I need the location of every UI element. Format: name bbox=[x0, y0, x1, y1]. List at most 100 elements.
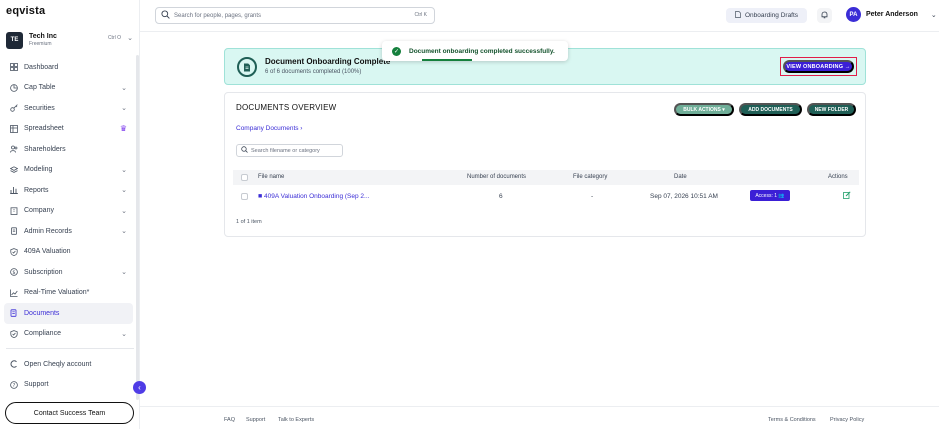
footer-link-faq[interactable]: FAQ bbox=[224, 417, 235, 423]
footer-link-terms[interactable]: Terms & Conditions bbox=[768, 417, 816, 423]
sidebar-item-label: Real-Time Valuation* bbox=[24, 289, 90, 297]
footer: FAQ Support Talk to Experts Terms & Cond… bbox=[140, 406, 939, 429]
sidebar-item-open-cheqly[interactable]: Open Cheqly account bbox=[4, 354, 133, 375]
check-circle-icon: ✓ bbox=[392, 46, 401, 56]
column-header-count[interactable]: Number of documents bbox=[467, 174, 526, 180]
edit-icon[interactable] bbox=[843, 191, 851, 201]
svg-text:?: ? bbox=[12, 383, 15, 389]
column-header-date[interactable]: Date bbox=[674, 174, 687, 180]
sidebar-item-label: Open Cheqly account bbox=[24, 360, 92, 368]
notifications-button[interactable] bbox=[817, 8, 832, 23]
sidebar-item-label: Spreadsheet bbox=[24, 125, 64, 133]
item-count: 1 of 1 item bbox=[236, 219, 262, 225]
sidebar-item-modeling[interactable]: Modeling ⌄ bbox=[4, 160, 133, 181]
user-menu[interactable]: PA Peter Anderson ⌄ bbox=[846, 7, 937, 22]
chevron-down-icon: ⌄ bbox=[127, 35, 133, 42]
collapse-sidebar-button[interactable]: ‹ bbox=[133, 381, 146, 394]
sidebar-item-spreadsheet[interactable]: Spreadsheet ♛ bbox=[4, 119, 133, 140]
footer-link-experts[interactable]: Talk to Experts bbox=[278, 417, 314, 423]
column-header-file-name[interactable]: File name bbox=[258, 174, 284, 180]
onboarding-drafts-label: Onboarding Drafts bbox=[744, 12, 799, 19]
check-shield-icon bbox=[9, 329, 18, 338]
document-count-cell: 6 bbox=[499, 193, 503, 200]
banner-subtitle: 6 of 6 documents completed (100%) bbox=[265, 69, 362, 75]
sidebar-item-cap-table[interactable]: Cap Table ⌄ bbox=[4, 78, 133, 99]
sidebar-item-company[interactable]: Company ⌄ bbox=[4, 201, 133, 222]
sidebar-item-label: Securities bbox=[24, 104, 55, 112]
access-badge[interactable]: Access: 1 👥 bbox=[750, 190, 790, 201]
building-icon bbox=[9, 206, 18, 215]
global-search-input[interactable]: Search for people, pages, grants Ctrl K bbox=[155, 7, 435, 24]
row-checkbox[interactable] bbox=[241, 193, 248, 200]
help-circle-icon: ? bbox=[9, 380, 18, 389]
bar-chart-icon bbox=[9, 186, 18, 195]
sidebar-item-real-time-valuation[interactable]: Real-Time Valuation* bbox=[4, 283, 133, 304]
cheqly-icon bbox=[9, 360, 18, 369]
sidebar-item-documents[interactable]: Documents bbox=[4, 303, 133, 324]
sidebar-item-label: Admin Records bbox=[24, 227, 72, 235]
company-name: Tech Inc bbox=[29, 33, 57, 40]
search-placeholder: Search for people, pages, grants bbox=[174, 12, 262, 19]
sidebar-item-subscription[interactable]: $ Subscription ⌄ bbox=[4, 262, 133, 283]
dollar-circle-icon: $ bbox=[9, 268, 18, 277]
file-name-cell[interactable]: ■ 409A Valuation Onboarding (Sep 2... bbox=[258, 193, 369, 200]
chevron-left-icon: ‹ bbox=[138, 383, 141, 392]
view-onboarding-button[interactable]: VIEW ONBOARDING → bbox=[783, 60, 854, 73]
banner-title: Document Onboarding Complete bbox=[265, 57, 391, 66]
new-folder-button[interactable]: NEW FOLDER bbox=[807, 103, 856, 116]
footer-link-support[interactable]: Support bbox=[246, 417, 265, 423]
file-name-link[interactable]: 409A Valuation Onboarding (Sep 2... bbox=[264, 193, 369, 200]
users-icon bbox=[9, 145, 18, 154]
sidebar-item-label: Reports bbox=[24, 186, 49, 194]
chevron-down-icon: ⌄ bbox=[121, 166, 127, 174]
footer-link-privacy[interactable]: Privacy Policy bbox=[830, 417, 864, 423]
onboarding-drafts-button[interactable]: Onboarding Drafts bbox=[726, 8, 807, 23]
sidebar: eqvista TE Tech Inc Freemium Ctrl O ⌄ Da… bbox=[0, 0, 140, 429]
sidebar-bottom-nav: Open Cheqly account ? Support bbox=[4, 354, 133, 395]
sidebar-item-dashboard[interactable]: Dashboard bbox=[4, 57, 133, 78]
chevron-down-icon: ⌄ bbox=[121, 228, 127, 235]
sidebar-item-reports[interactable]: Reports ⌄ bbox=[4, 180, 133, 201]
sidebar-item-label: Subscription bbox=[24, 268, 63, 276]
documents-overview-card: DOCUMENTS OVERVIEW BULK ACTIONS ▾ ADD DO… bbox=[224, 92, 866, 237]
company-switcher[interactable]: TE Tech Inc Freemium Ctrl O ⌄ bbox=[6, 29, 136, 51]
documents-icon bbox=[9, 309, 18, 318]
bulk-actions-button[interactable]: BULK ACTIONS ▾ bbox=[674, 103, 734, 116]
sidebar-item-label: Dashboard bbox=[24, 63, 59, 71]
select-all-checkbox[interactable] bbox=[241, 174, 248, 181]
sidebar-item-shareholders[interactable]: Shareholders bbox=[4, 139, 133, 160]
toast-progress-bar bbox=[422, 59, 472, 61]
bell-icon bbox=[821, 11, 828, 21]
sidebar-item-compliance[interactable]: Compliance ⌄ bbox=[4, 324, 133, 345]
filename-search-input[interactable]: Search filename or category bbox=[236, 144, 343, 157]
shield-check-icon bbox=[9, 247, 18, 256]
chevron-down-icon: ⌄ bbox=[121, 330, 127, 338]
sidebar-item-support[interactable]: ? Support bbox=[4, 375, 133, 396]
avatar: PA bbox=[846, 7, 861, 22]
sidebar-item-label: Compliance bbox=[24, 330, 61, 338]
crown-icon: ♛ bbox=[119, 123, 127, 133]
contact-success-team-button[interactable]: Contact Success Team bbox=[5, 402, 134, 424]
chevron-down-icon: ⌄ bbox=[930, 11, 937, 19]
company-shortcut: Ctrl O bbox=[107, 35, 121, 41]
sidebar-item-securities[interactable]: Securities ⌄ bbox=[4, 98, 133, 119]
sidebar-item-label: Company bbox=[24, 207, 54, 215]
table-row: ■ 409A Valuation Onboarding (Sep 2... 6 … bbox=[233, 188, 859, 205]
sidebar-scrollbar[interactable] bbox=[136, 55, 139, 400]
sidebar-item-admin-records[interactable]: Admin Records ⌄ bbox=[4, 221, 133, 242]
add-documents-button[interactable]: ADD DOCUMENTS bbox=[739, 103, 802, 116]
breadcrumb[interactable]: Company Documents › bbox=[236, 125, 302, 132]
pie-chart-icon bbox=[9, 83, 18, 92]
column-header-actions: Actions bbox=[828, 174, 848, 180]
sidebar-item-label: Cap Table bbox=[24, 84, 56, 92]
search-shortcut: Ctrl K bbox=[414, 12, 428, 18]
sidebar-item-409a-valuation[interactable]: 409A Valuation bbox=[4, 242, 133, 263]
sidebar-divider bbox=[6, 348, 134, 349]
chevron-down-icon: ⌄ bbox=[121, 269, 127, 276]
eqvista-logo[interactable]: eqvista bbox=[6, 5, 45, 17]
table-icon bbox=[9, 124, 18, 133]
column-header-category[interactable]: File category bbox=[573, 174, 607, 180]
company-avatar: TE bbox=[6, 31, 23, 49]
layers-icon bbox=[9, 165, 18, 174]
search-icon bbox=[241, 146, 248, 155]
